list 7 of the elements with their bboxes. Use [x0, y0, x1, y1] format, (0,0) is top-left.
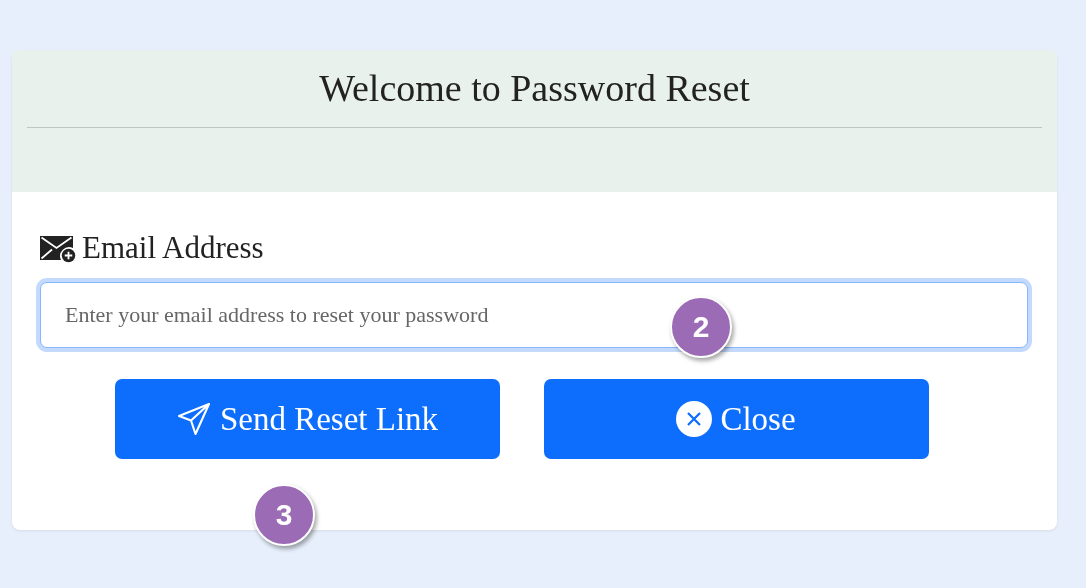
dialog-title: Welcome to Password Reset	[27, 50, 1042, 128]
paper-plane-icon	[175, 401, 212, 437]
field-label: Email Address	[82, 230, 264, 266]
close-button[interactable]: Close	[543, 379, 929, 459]
envelope-plus-icon	[40, 233, 76, 263]
send-button[interactable]: Send Reset Link	[114, 379, 500, 459]
close-circle-icon	[676, 401, 713, 437]
